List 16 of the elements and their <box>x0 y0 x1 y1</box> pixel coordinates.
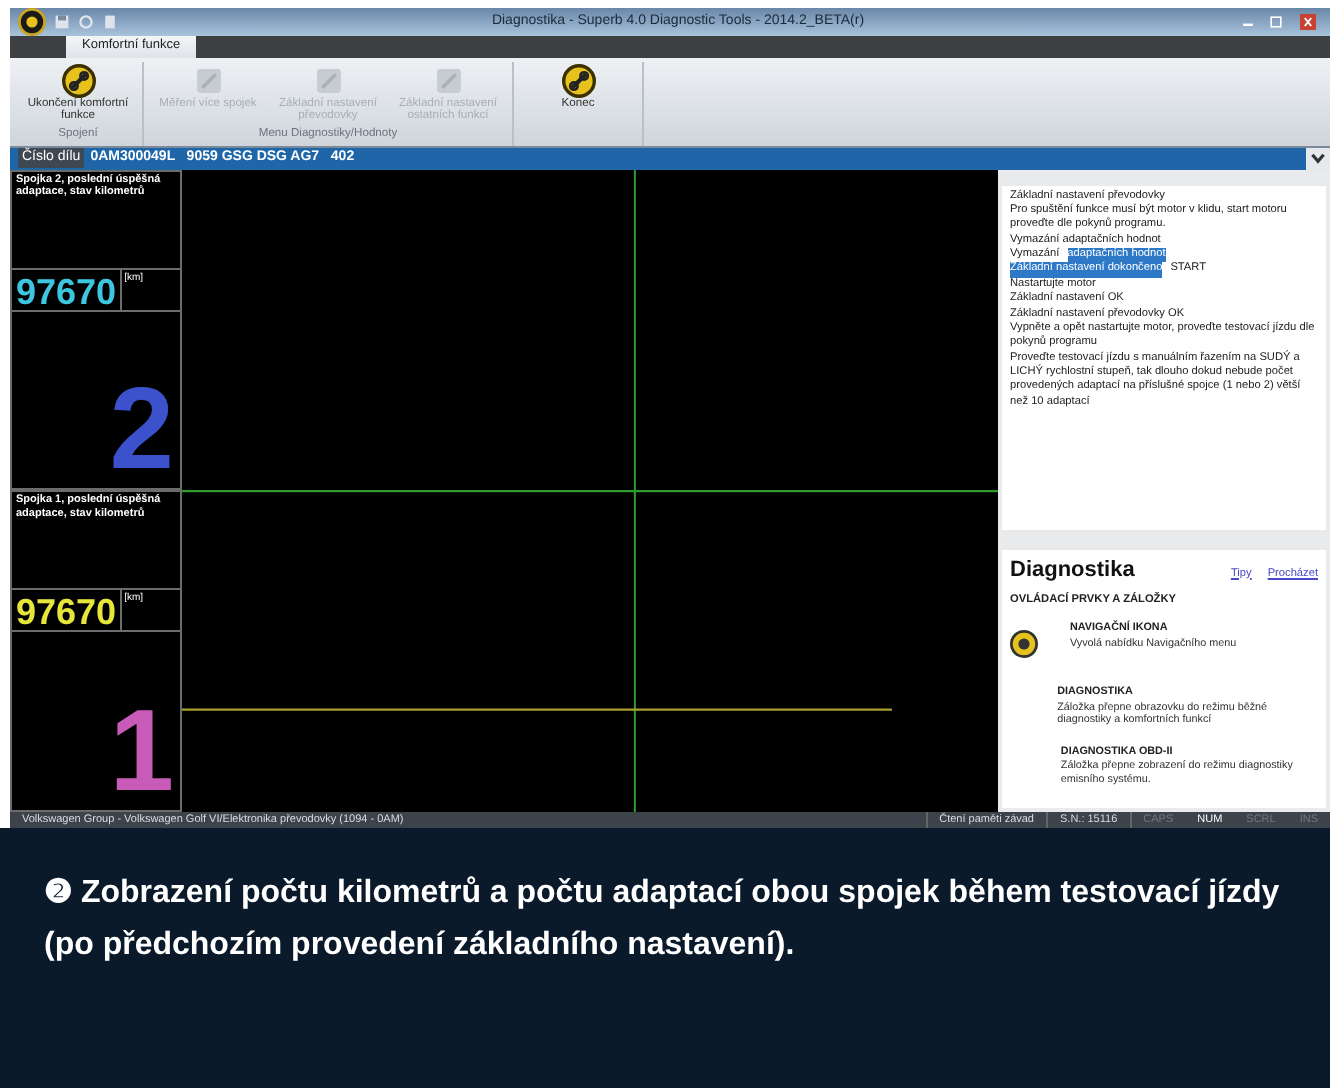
clutch-number: 2 <box>109 372 174 489</box>
gauge-value: 97670 <box>16 592 117 633</box>
clutch-number: 1 <box>109 693 174 810</box>
caption-text: ❷ Zobrazení počtu kilometrů a počtu adaptací obou spojek během testovací jízdy (po předchozím provedení základního nastavení). <box>44 874 1282 967</box>
app-logo-icon[interactable] <box>18 8 46 36</box>
chevron-down-icon <box>1310 150 1326 166</box>
close-icon[interactable] <box>1294 14 1322 30</box>
document-icon[interactable] <box>102 14 118 30</box>
chain-link-icon <box>561 63 595 97</box>
help-title: Diagnostika <box>1010 555 1137 585</box>
chain-link-icon <box>61 63 95 97</box>
dropdown-button[interactable] <box>1306 147 1330 169</box>
maximize-icon[interactable] <box>1266 14 1286 30</box>
save-icon[interactable] <box>54 14 70 30</box>
navigation-icon <box>1010 630 1038 659</box>
gauge-value: 97670 <box>16 271 117 311</box>
